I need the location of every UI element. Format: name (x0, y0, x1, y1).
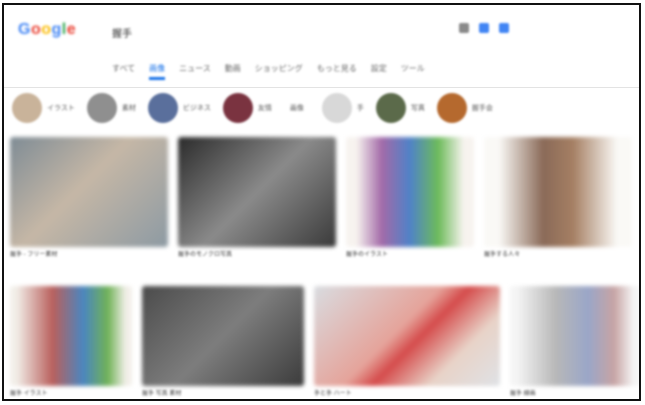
related-search-chip[interactable]: 握手会 (436, 93, 493, 123)
result-thumbnail[interactable] (314, 286, 500, 386)
related-search-chip[interactable]: 写真 (375, 93, 425, 123)
chip-label: ビジネス (182, 105, 211, 112)
result-thumbnail[interactable] (10, 137, 168, 247)
related-search-chip[interactable]: イラスト (12, 93, 75, 123)
chip-thumbnail (147, 93, 178, 123)
tab[interactable]: ツール (401, 63, 425, 74)
tab[interactable]: 設定 (371, 63, 387, 74)
browser-viewport: Google 握手 すべて 画像 ニュース 動画 ショッピング もっと見る 設定 ツール イラ… (2, 3, 641, 401)
image-result[interactable]: 握手のイラスト (346, 137, 474, 260)
image-result[interactable]: 手と手 ハート (314, 286, 500, 399)
result-caption[interactable]: 握手 写真 素材 (142, 390, 304, 399)
tab[interactable]: 画像 (149, 63, 166, 80)
tab[interactable]: すべて (112, 63, 135, 74)
header-divider (4, 87, 639, 88)
chip-label: イラスト (47, 105, 75, 112)
tab[interactable]: 動画 (225, 63, 241, 74)
result-thumbnail[interactable] (10, 286, 132, 386)
related-search-chip[interactable]: 手 (321, 93, 364, 123)
image-result[interactable]: 握手 - フリー素材 (10, 137, 168, 260)
result-caption[interactable]: 握手する人々 (484, 251, 632, 260)
google-logo[interactable]: Google (18, 21, 76, 39)
search-input[interactable]: 握手 (112, 25, 132, 40)
chip-thumbnail (86, 93, 117, 123)
logo-letter: e (66, 21, 77, 38)
tab[interactable]: もっと見る (317, 63, 357, 74)
chip-label: 手 (356, 105, 364, 112)
search-header-icons (459, 23, 509, 33)
search-header: Google 握手 (4, 5, 639, 57)
related-search-chip[interactable]: ビジネス (147, 93, 211, 123)
chip-thumbnail (375, 93, 406, 123)
camera-search-icon[interactable] (459, 23, 469, 33)
result-caption[interactable]: 握手のモノクロ写真 (178, 251, 336, 260)
chip-thumbnail (321, 93, 352, 123)
result-caption[interactable]: 握手 線画 (510, 390, 639, 399)
search-tabs: すべて 画像 ニュース 動画 ショッピング もっと見る 設定 ツール (112, 63, 425, 80)
related-search-chip[interactable]: 素材 (86, 93, 136, 123)
logo-letter: o (30, 21, 42, 38)
image-result[interactable]: 握手 線画 (510, 286, 639, 399)
chip-label: 握手会 (471, 105, 493, 112)
logo-letter: G (18, 21, 31, 38)
tab[interactable]: ニュース (179, 63, 211, 74)
image-result[interactable]: 握手する人々 (484, 137, 632, 260)
result-caption[interactable]: 握手 イラスト (10, 390, 132, 399)
result-thumbnail[interactable] (142, 286, 304, 386)
logo-letter: o (41, 21, 52, 38)
chip-label: 画像 (289, 105, 304, 112)
related-search-chips: イラスト 素材 ビジネス 友情 画像 手 写真 握手会 (12, 93, 639, 123)
chip-thumbnail (436, 93, 467, 123)
related-search-chip[interactable]: 画像 (284, 103, 310, 113)
related-search-chip[interactable]: 友情 (222, 93, 272, 123)
tab[interactable]: ショッピング (255, 63, 303, 74)
chip-thumbnail (12, 93, 42, 123)
chip-label: 素材 (121, 105, 136, 112)
image-result[interactable]: 握手のモノクロ写真 (178, 137, 336, 260)
result-caption[interactable]: 手と手 ハート (314, 390, 500, 399)
voice-mic-icon[interactable] (479, 23, 489, 33)
image-result[interactable]: 握手 イラスト (10, 286, 132, 399)
result-caption[interactable]: 握手 - フリー素材 (10, 251, 168, 260)
chip-label: 写真 (410, 105, 425, 112)
chip-thumbnail (222, 93, 253, 123)
search-icon[interactable] (499, 23, 509, 33)
result-thumbnail[interactable] (484, 137, 632, 247)
result-thumbnail[interactable] (346, 137, 474, 247)
logo-letter: g (51, 21, 62, 38)
image-result[interactable]: 握手 写真 素材 (142, 286, 304, 399)
result-thumbnail[interactable] (510, 286, 639, 386)
image-results-row-2: 握手 イラスト 握手 写真 素材 手と手 ハート 握手 線画 (10, 286, 639, 399)
result-thumbnail[interactable] (178, 137, 336, 247)
image-results-row-1: 握手 - フリー素材 握手のモノクロ写真 握手のイラスト 握手する人々 (10, 137, 632, 260)
chip-label: 友情 (257, 105, 272, 112)
result-caption[interactable]: 握手のイラスト (346, 251, 474, 260)
